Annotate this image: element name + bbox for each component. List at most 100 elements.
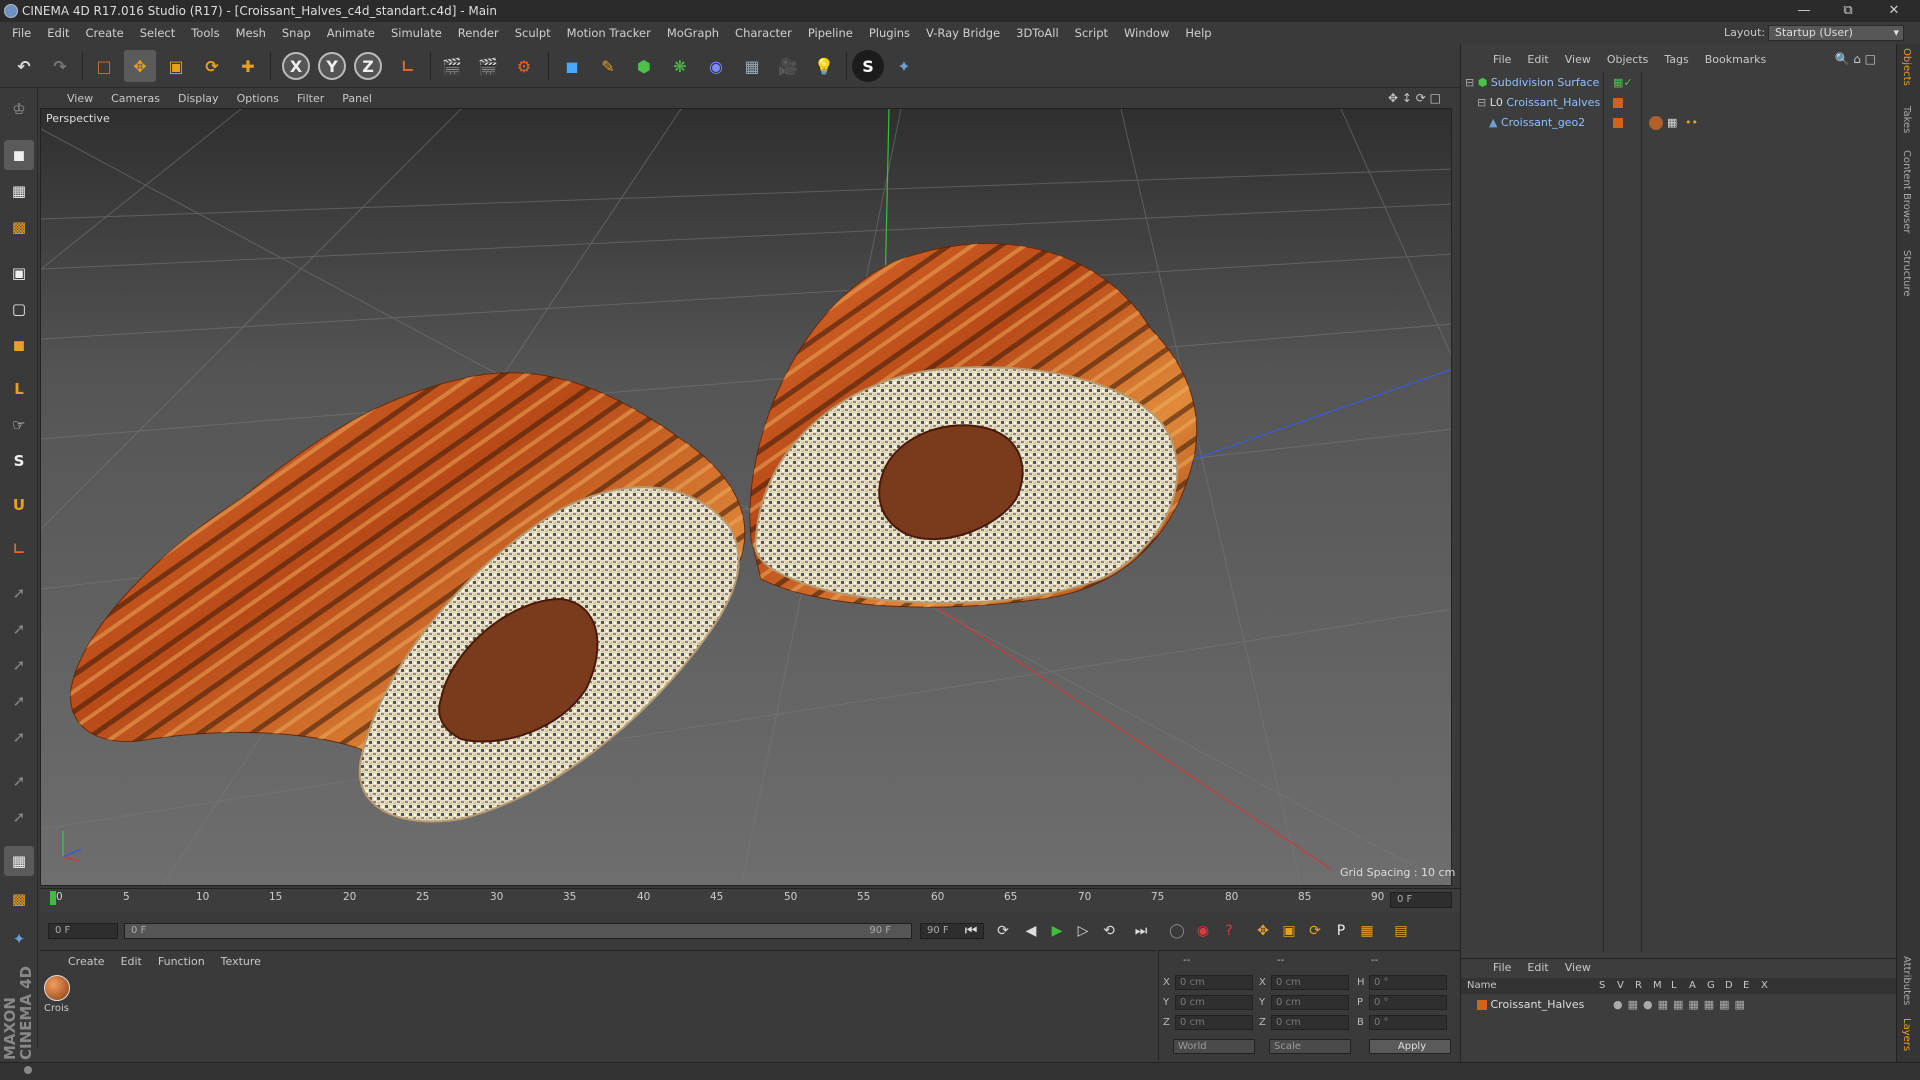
menu-mograph[interactable]: MoGraph [659, 26, 727, 40]
object-menu-edit[interactable]: Edit [1519, 53, 1556, 66]
viewport-menu-options[interactable]: Options [228, 92, 288, 105]
menu-mesh[interactable]: Mesh [228, 26, 274, 40]
tab-content-browser[interactable]: Content Browser [1901, 150, 1912, 233]
object-menu-bookmarks[interactable]: Bookmarks [1697, 53, 1774, 66]
move-icon[interactable]: ✥ [124, 50, 156, 82]
menu-script[interactable]: Script [1067, 26, 1116, 40]
visibility-check-icon[interactable]: ▦✓ [1613, 74, 1633, 92]
cube-icon[interactable]: ◼ [556, 50, 588, 82]
object-menu-view[interactable]: View [1557, 53, 1599, 66]
python-icon[interactable]: ✦ [888, 50, 920, 82]
go-to-end-icon[interactable]: ⏭ [1130, 920, 1152, 942]
search-icon[interactable]: 🔍 ⌂ □ [1826, 52, 1884, 66]
texture-tag-icon[interactable]: ▦ [1667, 114, 1677, 132]
viewport-menu-view[interactable]: View [58, 92, 102, 105]
menu-select[interactable]: Select [132, 26, 183, 40]
lock-workplane-icon[interactable]: ▦ [4, 846, 34, 876]
material-menu-edit[interactable]: Edit [113, 955, 150, 968]
x-axis-icon[interactable]: X [282, 52, 310, 80]
position-z-field[interactable]: 0 cm [1175, 1015, 1253, 1030]
camera-icon[interactable]: 🎥 [772, 50, 804, 82]
tab-attributes[interactable]: Attributes [1901, 956, 1912, 1005]
edges-mode-icon[interactable]: ▢ [4, 294, 34, 324]
material-menu-function[interactable]: Function [150, 955, 213, 968]
points-mode-icon[interactable]: ▣ [4, 258, 34, 288]
coordinate-space-select[interactable]: World [1173, 1039, 1255, 1054]
y-axis-icon[interactable]: Y [318, 52, 346, 80]
layer-menu-view[interactable]: View [1557, 961, 1599, 974]
object-menu-objects[interactable]: Objects [1599, 53, 1657, 66]
range-slider[interactable]: 0 F 90 F [124, 923, 912, 939]
viewport-nav-icons[interactable]: ✥ ↕ ⟳ □ [1379, 91, 1450, 105]
previous-frame-icon[interactable]: ◀ [1020, 920, 1042, 942]
next-key-icon[interactable]: ⟲ [1098, 920, 1120, 942]
tree-toggle-icon[interactable]: ⊟ [1465, 76, 1474, 89]
planar-workplane-icon[interactable]: ▩ [4, 884, 34, 914]
material-swatch[interactable] [44, 975, 70, 1001]
menu-simulate[interactable]: Simulate [383, 26, 450, 40]
timeline-window-icon[interactable]: ▤ [1390, 920, 1412, 942]
key-pla-icon[interactable]: ▦ [1356, 920, 1378, 942]
rotate-icon[interactable]: ⟳ [196, 50, 228, 82]
deformer-icon[interactable]: ◉ [700, 50, 732, 82]
next-frame-icon[interactable]: ▷ [1072, 920, 1094, 942]
z-axis-icon[interactable]: Z [354, 52, 382, 80]
menu-help[interactable]: Help [1177, 26, 1219, 40]
menu-3dtoall[interactable]: 3DToAll [1008, 26, 1067, 40]
object-row-croissant-geo2[interactable]: ▲ Croissant_geo2 ▦ •• [1489, 114, 1895, 132]
apply-button[interactable]: Apply [1369, 1039, 1451, 1054]
polygons-mode-icon[interactable]: ◼ [4, 330, 34, 360]
menu-file[interactable]: File [4, 26, 39, 40]
rotation-p-field[interactable]: 0 ° [1369, 995, 1447, 1010]
menu-character[interactable]: Character [727, 26, 800, 40]
tweak-mode-icon[interactable]: ☞ [4, 410, 34, 440]
coordinate-mode-select[interactable]: Scale [1269, 1039, 1351, 1054]
record-keyframes-icon[interactable]: ◯ [1166, 920, 1188, 942]
layer-color-swatch[interactable] [1477, 1000, 1487, 1010]
tab-layers[interactable]: Layers [1901, 1018, 1912, 1051]
menu-window[interactable]: Window [1116, 26, 1177, 40]
mograph-cloner-icon[interactable]: ❋ [664, 50, 696, 82]
menu-plugins[interactable]: Plugins [861, 26, 918, 40]
menu-edit[interactable]: Edit [39, 26, 77, 40]
viewport-menu-display[interactable]: Display [169, 92, 228, 105]
workplane-icon[interactable]: ▩ [4, 212, 34, 242]
start-frame-field[interactable]: 0 F [48, 923, 118, 939]
object-menu-tags[interactable]: Tags [1656, 53, 1696, 66]
redo-icon[interactable]: ↷ [44, 50, 76, 82]
transform-icon[interactable]: ✚ [232, 50, 264, 82]
subdivision-icon[interactable]: ⬢ [628, 50, 660, 82]
snap-icon[interactable]: ➚ [4, 578, 34, 608]
menu-sculpt[interactable]: Sculpt [507, 26, 559, 40]
tree-toggle-icon[interactable]: ⊟ [1477, 96, 1486, 109]
menu-render[interactable]: Render [450, 26, 507, 40]
object-row-croissant-halves[interactable]: ⊟ L0 Croissant_Halves [1477, 94, 1895, 112]
position-y-field[interactable]: 0 cm [1175, 995, 1253, 1010]
vray-icon[interactable]: S [852, 50, 884, 82]
axis-mode-icon[interactable]: L [4, 374, 34, 404]
phong-tag-icon[interactable]: •• [1685, 114, 1698, 132]
rotation-h-field[interactable]: 0 ° [1369, 975, 1447, 990]
position-x-field[interactable]: 0 cm [1175, 975, 1253, 990]
menu-motion-tracker[interactable]: Motion Tracker [559, 26, 659, 40]
play-icon[interactable]: ▶ [1046, 920, 1068, 942]
render-region-icon[interactable]: 🎬 [472, 50, 504, 82]
3d-viewport[interactable] [40, 108, 1452, 886]
size-y-field[interactable]: 0 cm [1271, 995, 1349, 1010]
brush-icon[interactable]: ➚ [4, 766, 34, 796]
menu-pipeline[interactable]: Pipeline [800, 26, 861, 40]
layer-color-swatch[interactable] [1613, 118, 1623, 128]
light-icon[interactable]: 💡 [808, 50, 840, 82]
solo-icon[interactable]: S [4, 446, 34, 476]
viewport-menu-filter[interactable]: Filter [288, 92, 333, 105]
tab-takes[interactable]: Takes [1901, 106, 1912, 133]
auto-key-icon[interactable]: ? [1218, 920, 1240, 942]
make-editable-icon[interactable]: ♔ [4, 94, 34, 124]
magnet-icon[interactable]: U [4, 490, 34, 520]
key-parameter-icon[interactable]: P [1330, 920, 1352, 942]
key-rotation-icon[interactable]: ⟳ [1304, 920, 1326, 942]
menu-tools[interactable]: Tools [183, 26, 227, 40]
rotation-b-field[interactable]: 0 ° [1369, 1015, 1447, 1030]
minimize-button[interactable]: — [1782, 0, 1826, 22]
scale-icon[interactable]: ▣ [160, 50, 192, 82]
